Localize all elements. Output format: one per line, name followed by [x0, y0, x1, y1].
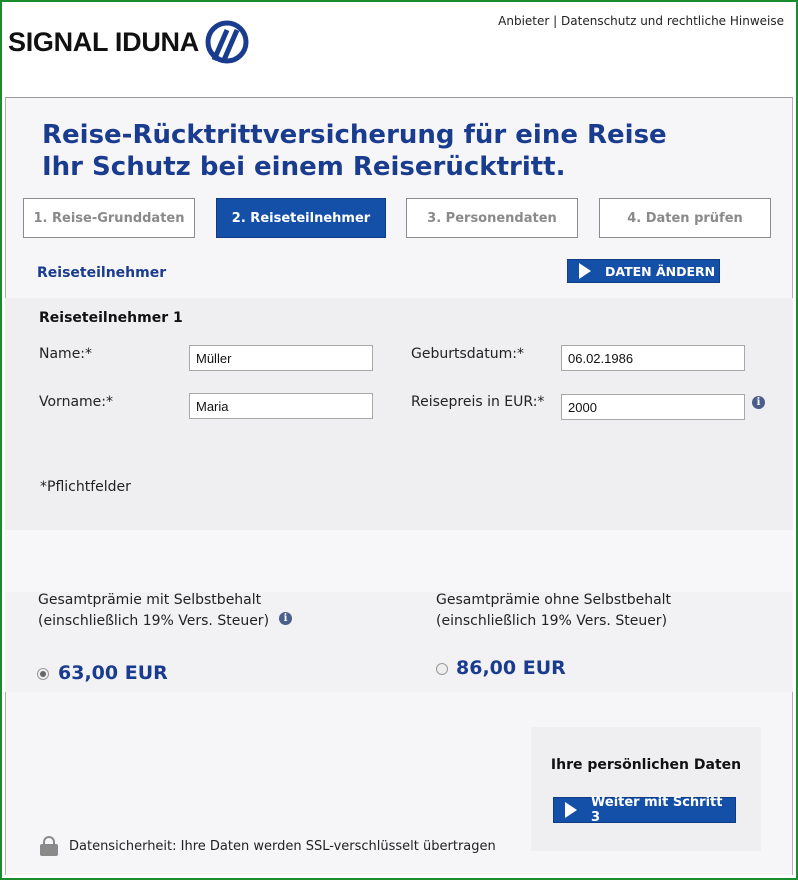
firstname-field[interactable]: Maria	[189, 393, 373, 419]
link-anbieter[interactable]: Anbieter	[498, 14, 549, 28]
name-label: Name:*	[39, 346, 93, 362]
info-icon[interactable]: i	[752, 396, 765, 409]
next-step-title: Ihre persönlichen Daten	[550, 757, 742, 773]
section-heading: Reiseteilnehmer	[37, 265, 167, 281]
premium-with-deductible-price: 63,00 EUR	[58, 662, 168, 684]
security-text: Datensicherheit: Ihre Daten werden SSL-v…	[69, 838, 496, 854]
premium-with-deductible-label: Gesamtprämie mit Selbstbehalt (einschlie…	[38, 590, 269, 632]
firstname-label: Vorname:*	[39, 394, 113, 410]
premium-without-deductible-line2: (einschließlich 19% Vers. Steuer)	[436, 613, 668, 629]
premium-without-deductible-label: Gesamtprämie ohne Selbstbehalt (einschli…	[436, 590, 671, 632]
birthdate-label: Geburtsdatum:*	[411, 346, 524, 362]
premium-without-deductible-radio[interactable]	[436, 663, 448, 675]
link-datenschutz[interactable]: Datenschutz und rechtliche Hinweise	[561, 14, 784, 28]
next-step-button[interactable]: Weiter mit Schritt 3	[553, 795, 736, 825]
brand-logo[interactable]: SIGNAL IDUNA	[8, 14, 249, 70]
premium-with-deductible-line2: (einschließlich 19% Vers. Steuer)	[38, 613, 270, 629]
required-fields-note: *Pflichtfelder	[40, 479, 131, 495]
page-title-line2: Ihr Schutz bei einem Reiserücktritt.	[42, 152, 566, 182]
name-field[interactable]: Müller	[189, 345, 373, 371]
security-note: Datensicherheit: Ihre Daten werden SSL-v…	[40, 836, 496, 856]
premium-without-deductible-line1: Gesamtprämie ohne Selbstbehalt	[436, 592, 672, 608]
birthdate-field[interactable]: 06.02.1986	[561, 345, 745, 371]
play-triangle-icon	[579, 263, 591, 279]
premium-without-deductible-price: 86,00 EUR	[456, 657, 566, 679]
change-data-button-label: DATEN ÄNDERN	[605, 263, 716, 279]
page-title-line1: Reise-Rücktrittversicherung für eine Rei…	[42, 120, 667, 150]
play-triangle-icon	[565, 802, 577, 818]
next-step-button-label: Weiter mit Schritt 3	[591, 795, 723, 825]
step-3-tab[interactable]: 3. Personendaten	[406, 198, 578, 238]
brand-name: SIGNAL IDUNA	[8, 26, 199, 57]
participant-heading: Reiseteilnehmer 1	[39, 310, 183, 326]
step-2-tab[interactable]: 2. Reiseteilnehmer	[216, 198, 386, 238]
travel-price-label: Reisepreis in EUR:*	[411, 394, 545, 410]
step-4-tab[interactable]: 4. Daten prüfen	[599, 198, 771, 238]
lock-icon	[40, 836, 58, 856]
logo-mark-icon	[205, 20, 249, 64]
top-links: Anbieter | Datenschutz und rechtliche Hi…	[498, 14, 784, 28]
step-1-tab[interactable]: 1. Reise-Grunddaten	[23, 198, 195, 238]
page-title: Reise-Rücktrittversicherung für eine Rei…	[42, 119, 667, 183]
link-separator: |	[553, 14, 558, 28]
travel-price-field[interactable]: 2000	[561, 394, 745, 420]
spacer-band	[5, 530, 793, 592]
info-icon[interactable]: i	[279, 612, 292, 625]
change-data-button[interactable]: DATEN ÄNDERN	[567, 259, 720, 283]
premium-with-deductible-line1: Gesamtprämie mit Selbstbehalt	[38, 592, 262, 608]
next-step-box	[531, 727, 761, 851]
premium-with-deductible-radio[interactable]	[37, 668, 49, 680]
